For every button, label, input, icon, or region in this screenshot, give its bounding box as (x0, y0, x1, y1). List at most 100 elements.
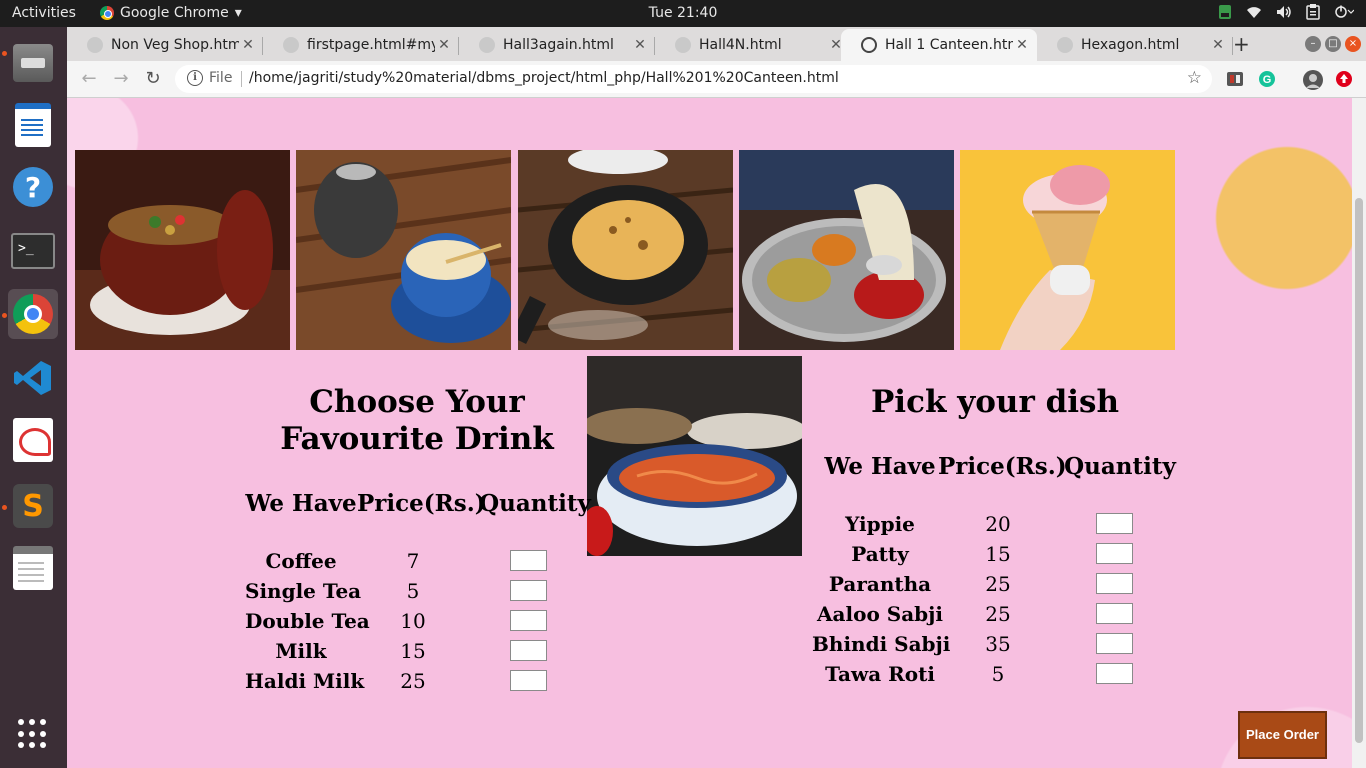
close-icon[interactable]: ✕ (631, 37, 649, 53)
reload-button[interactable]: ↻ (141, 67, 165, 91)
place-order-button[interactable]: Place Order (1238, 711, 1327, 759)
window-close-button[interactable]: × (1345, 36, 1361, 52)
page-favicon-icon (675, 37, 691, 53)
divider (241, 71, 242, 87)
page-favicon-icon (1057, 37, 1073, 53)
quantity-input[interactable] (510, 670, 547, 691)
running-indicator (2, 313, 7, 318)
drinks-section-title: Choose Your Favourite Drink (280, 384, 554, 457)
drinks-header-name: We Have (245, 490, 357, 517)
drink-row: Haldi Milk 25 (245, 667, 565, 697)
close-icon[interactable]: ✕ (1209, 37, 1227, 53)
forward-button[interactable]: → (109, 67, 133, 91)
tab-hall3again[interactable]: Hall3again.html ✕ (459, 29, 655, 61)
extension-reader-icon[interactable] (1226, 70, 1244, 88)
system-top-bar: Activities Google Chrome ▾ Tue 21:40 (0, 0, 1366, 27)
page-favicon-icon (87, 37, 103, 53)
show-apps-icon[interactable] (8, 709, 58, 759)
item-price: 25 (400, 669, 426, 693)
tab-firstpage[interactable]: firstpage.html#my ✕ (263, 29, 459, 61)
item-name: Yippie (845, 512, 915, 536)
item-price: 7 (406, 549, 420, 573)
info-icon[interactable]: i (187, 70, 203, 86)
noodles-bowl-photo (587, 356, 802, 556)
minimize-button[interactable]: – (1305, 36, 1321, 52)
quantity-input[interactable] (510, 580, 547, 601)
writer-icon[interactable] (8, 100, 58, 150)
svg-text:G: G (1263, 74, 1272, 86)
dishes-header-price: Price(Rs.) (938, 453, 1067, 480)
quantity-input[interactable] (1096, 573, 1133, 594)
dish-row: Patty 15 (812, 540, 1142, 570)
dishes-header-name: We Have (824, 453, 936, 480)
quantity-input[interactable] (510, 610, 547, 631)
quantity-input[interactable] (1096, 603, 1133, 624)
close-icon[interactable]: ✕ (435, 37, 453, 53)
dish-row: Yippie 20 (812, 510, 1142, 540)
drink-row: Coffee 7 (245, 547, 565, 577)
help-icon[interactable]: ? (8, 162, 58, 212)
dishes-header-quantity: Quantity (1064, 453, 1176, 480)
bookmark-star-icon[interactable]: ☆ (1187, 68, 1202, 88)
item-name: Patty (851, 542, 909, 566)
sublime-text-icon[interactable]: S (8, 481, 58, 531)
tab-title: Hall3again.html (503, 37, 614, 53)
vscode-icon[interactable] (8, 353, 58, 403)
clipboard-icon[interactable] (1306, 4, 1320, 24)
maximize-button[interactable]: □ (1325, 36, 1341, 52)
quantity-input[interactable] (510, 640, 547, 661)
close-icon[interactable]: ✕ (239, 37, 257, 53)
terminal-icon[interactable]: >_ (8, 226, 58, 276)
item-price: 20 (985, 512, 1011, 536)
back-button[interactable]: ← (77, 67, 101, 91)
system-tray[interactable] (1218, 4, 1355, 24)
text-editor-icon[interactable] (8, 543, 58, 593)
wifi-icon[interactable] (1246, 5, 1262, 23)
scrollbar-thumb[interactable] (1355, 198, 1363, 743)
quantity-input[interactable] (1096, 633, 1133, 654)
quantity-input[interactable] (1096, 663, 1133, 684)
page-scrollbar[interactable] (1352, 98, 1366, 768)
files-icon[interactable] (8, 38, 58, 88)
chrome-icon[interactable] (8, 289, 58, 339)
app-menu[interactable]: Google Chrome ▾ (100, 5, 242, 21)
tab-non-veg-shop[interactable]: Non Veg Shop.htm ✕ (67, 29, 263, 61)
drinks-header-quantity: Quantity (479, 490, 591, 517)
address-bar[interactable]: i File /home/jagriti/study%20material/db… (175, 65, 1212, 93)
item-price: 35 (985, 632, 1011, 656)
paratha-pan-photo (518, 150, 733, 350)
browser-toolbar: ← → ↻ i File /home/jagriti/study%20mater… (67, 61, 1366, 98)
document-viewer-icon[interactable] (8, 415, 58, 465)
tab-title: firstpage.html#my (307, 37, 435, 53)
quantity-input[interactable] (510, 550, 547, 571)
activities-button[interactable]: Activities (12, 5, 76, 21)
tea-cup-photo (296, 150, 511, 350)
tab-title: Hall4N.html (699, 37, 782, 53)
indicator-app-icon[interactable] (1218, 4, 1232, 24)
grammarly-icon[interactable]: G (1258, 70, 1276, 88)
chevron-down-icon: ▾ (234, 5, 242, 21)
volume-icon[interactable] (1276, 5, 1292, 23)
item-name: Aaloo Sabji (817, 602, 943, 626)
item-name: Double Tea (245, 609, 370, 633)
drink-row: Double Tea 10 (245, 607, 565, 637)
dish-row: Parantha 25 (812, 570, 1142, 600)
item-price: 15 (985, 542, 1011, 566)
item-price: 10 (400, 609, 426, 633)
item-name: Haldi Milk (245, 669, 365, 693)
dish-row: Tawa Roti 5 (812, 660, 1142, 690)
quantity-input[interactable] (1096, 543, 1133, 564)
page-favicon-icon (479, 37, 495, 53)
tab-hall4n[interactable]: Hall4N.html ✕ (655, 29, 851, 61)
profile-avatar[interactable] (1303, 70, 1323, 90)
extension-upload-icon[interactable] (1335, 70, 1353, 88)
thali-plate-photo (739, 150, 954, 350)
url-text[interactable]: /home/jagriti/study%20material/dbms_proj… (249, 70, 839, 86)
tab-hall-1-canteen[interactable]: Hall 1 Canteen.htm ✕ (841, 29, 1037, 61)
power-icon[interactable] (1334, 5, 1355, 23)
quantity-input[interactable] (1096, 513, 1133, 534)
tab-hexagon[interactable]: Hexagon.html ✕ (1037, 29, 1233, 61)
new-tab-button[interactable]: + (1233, 32, 1250, 56)
close-icon[interactable]: ✕ (1013, 37, 1031, 53)
curry-pot-photo (75, 150, 290, 350)
